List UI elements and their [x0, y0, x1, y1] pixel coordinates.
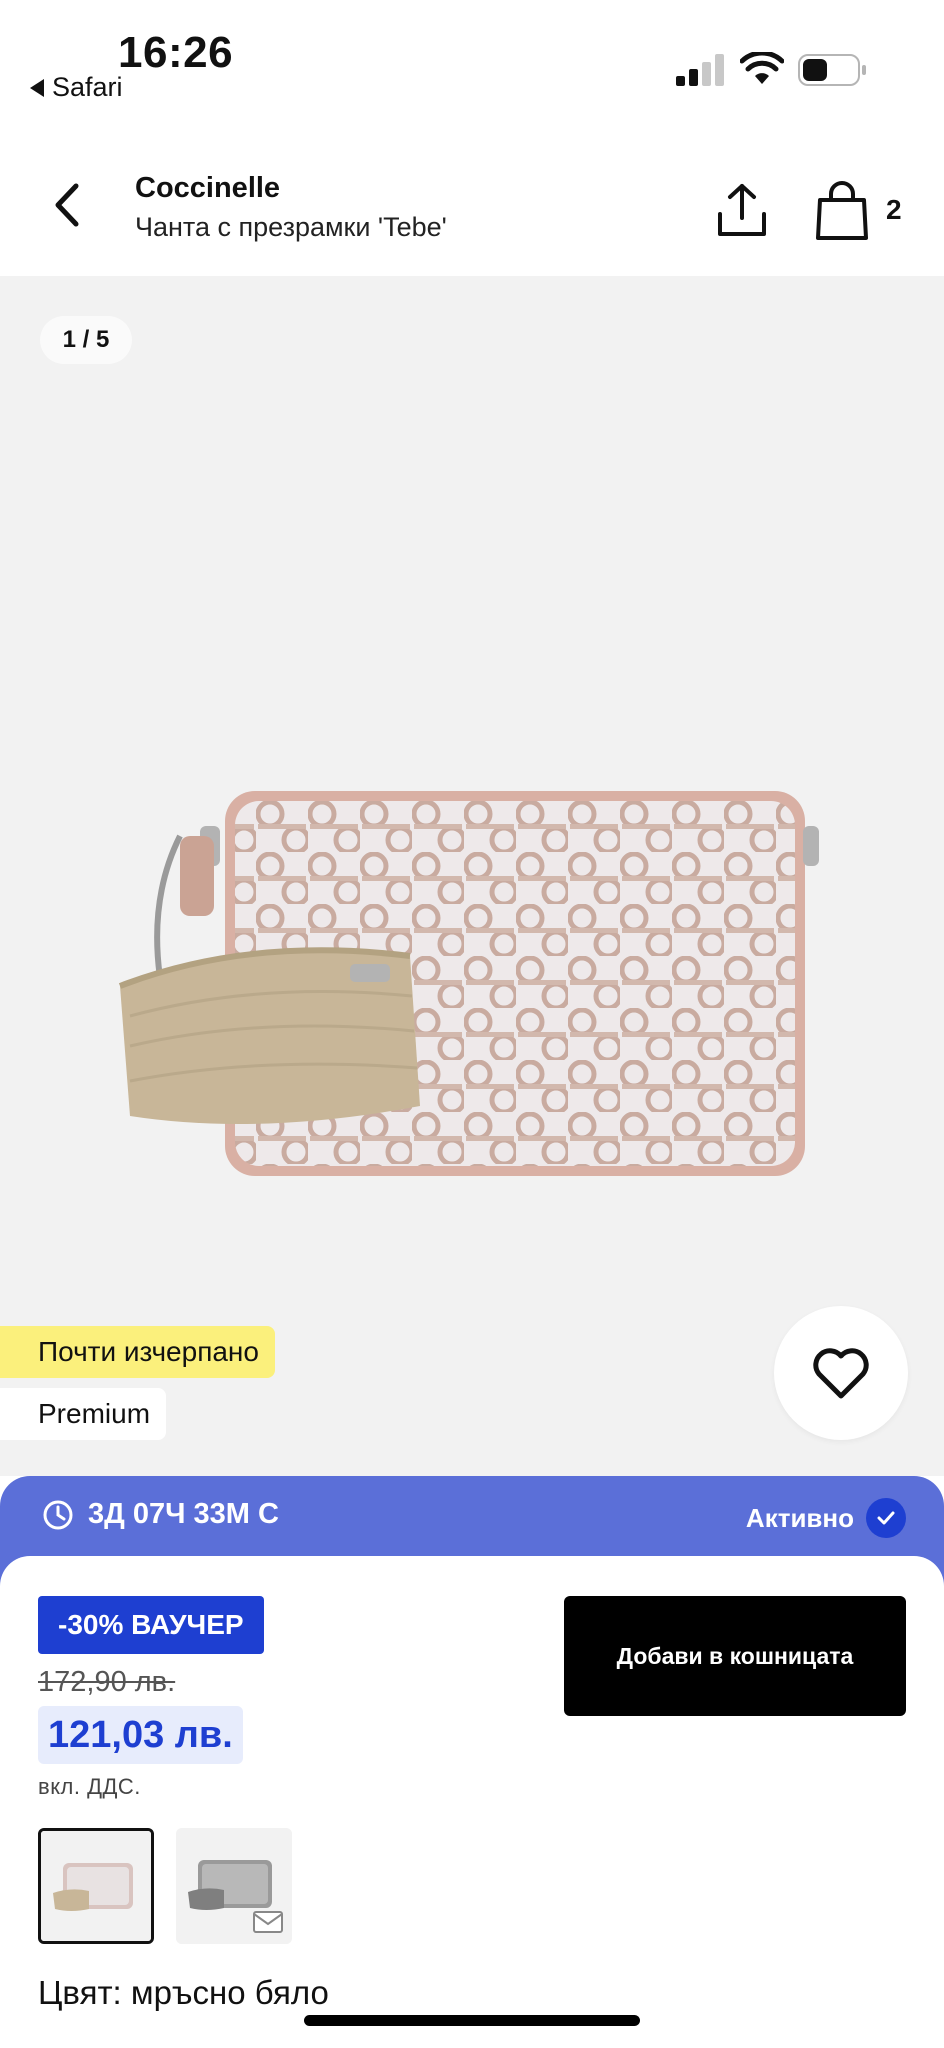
voucher-status[interactable]: Активно — [746, 1498, 906, 1538]
brand-name[interactable]: Coccinelle — [135, 172, 280, 205]
product-gallery[interactable]: 1 / 5 Почти изчерпано Premium — [0, 276, 944, 1476]
share-icon[interactable] — [716, 182, 768, 238]
premium-badge: Premium — [0, 1388, 167, 1440]
discounted-price: 121,03 лв. — [38, 1706, 243, 1764]
vat-note: вкл. ДДС. — [38, 1774, 141, 1799]
home-indicator[interactable] — [304, 2015, 640, 2026]
voucher-badge: -30% ВАУЧЕР — [38, 1596, 264, 1654]
swatch-image — [176, 1828, 292, 1944]
battery-icon — [798, 54, 866, 86]
countdown-text: 3Д 07Ч 33М С — [88, 1498, 279, 1530]
back-app-label: Safari — [52, 72, 123, 102]
wifi-icon — [740, 52, 784, 84]
status-time: 16:26 — [118, 28, 234, 77]
product-image[interactable] — [100, 696, 850, 1196]
countdown-timer: 3Д 07Ч 33М С — [42, 1498, 279, 1531]
product-header: Coccinelle Чанта с презрамки 'Tebe' 2 — [0, 140, 944, 276]
product-title: Чанта с презрамки 'Tebe' — [135, 212, 447, 242]
cart-count-badge[interactable]: 2 — [886, 194, 902, 226]
selected-color-label: Цвят: мръсно бяло — [38, 1974, 329, 2011]
image-counter: 1 / 5 — [40, 316, 132, 364]
heart-icon — [813, 1348, 869, 1399]
color-swatch-off-white[interactable] — [38, 1828, 154, 1944]
low-stock-badge: Почти изчерпано — [0, 1326, 275, 1378]
original-price: 172,90 лв. — [38, 1666, 176, 1698]
favorite-button[interactable] — [774, 1306, 908, 1440]
cellular-signal-icon — [676, 54, 724, 86]
swatch-image — [41, 1831, 151, 1941]
back-triangle-icon — [30, 78, 44, 97]
voucher-status-label: Активно — [745, 1502, 854, 1533]
check-icon — [866, 1498, 906, 1538]
status-bar: 16:26 Safari — [0, 0, 944, 120]
add-to-cart-button[interactable]: Добави в кошницата — [564, 1596, 906, 1716]
purchase-sheet: -30% ВАУЧЕР 172,90 лв. 121,03 лв. вкл. Д… — [0, 1556, 944, 2048]
color-swatch-grey[interactable] — [176, 1828, 292, 1944]
back-to-app-link[interactable]: Safari — [30, 72, 123, 103]
shopping-bag-icon[interactable] — [814, 180, 870, 242]
back-chevron-icon[interactable] — [44, 180, 94, 230]
clock-icon — [43, 1500, 73, 1529]
